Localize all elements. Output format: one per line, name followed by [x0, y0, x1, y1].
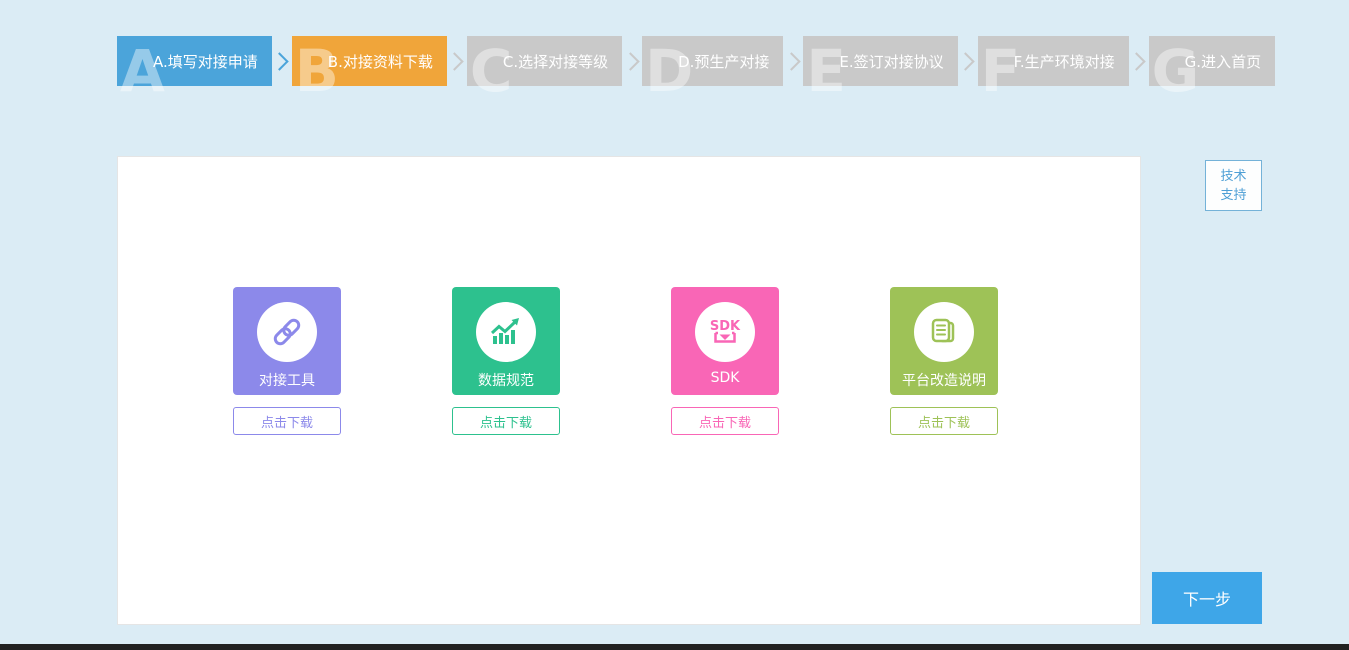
step-label: F.生产环境对接 — [1014, 51, 1115, 72]
platform-notes-tile[interactable]: 平台改造说明 — [890, 287, 998, 395]
chevron-right-icon — [782, 52, 800, 70]
download-button-sdk[interactable]: 点击下载 — [671, 407, 779, 435]
wizard-step-c[interactable]: C C.选择对接等级 — [467, 36, 622, 86]
download-card-sdk: SDK SDK 点击下载 — [671, 287, 779, 435]
step-label: A.填写对接申请 — [153, 51, 258, 72]
download-card-docking-tool: 对接工具 点击下载 — [233, 287, 341, 435]
tech-support-line1: 技术 — [1220, 167, 1246, 186]
step-separator — [622, 55, 642, 68]
download-panel: 对接工具 点击下载 数据规范 点击下载 — [117, 156, 1141, 625]
icon-circle: SDK — [695, 302, 755, 362]
card-title: 平台改造说明 — [902, 370, 986, 390]
icon-circle — [476, 302, 536, 362]
card-title: SDK — [711, 370, 740, 386]
download-card-data-spec: 数据规范 点击下载 — [452, 287, 560, 435]
wizard-step-g[interactable]: G G.进入首页 — [1149, 36, 1275, 86]
chevron-right-icon — [956, 52, 974, 70]
chevron-right-icon — [446, 52, 464, 70]
chevron-right-icon — [1127, 52, 1145, 70]
step-label: B.对接资料下载 — [328, 51, 433, 72]
wizard-step-b[interactable]: B B.对接资料下载 — [292, 36, 447, 86]
step-separator — [783, 55, 803, 68]
sdk-download-icon: SDK — [707, 314, 743, 350]
download-button-data-spec[interactable]: 点击下载 — [452, 407, 560, 435]
link-icon — [269, 314, 305, 350]
next-step-button[interactable]: 下一步 — [1152, 572, 1262, 624]
step-label: E.签订对接协议 — [839, 51, 943, 72]
chevron-right-icon — [271, 52, 289, 70]
svg-text:SDK: SDK — [710, 319, 741, 334]
step-label: C.选择对接等级 — [503, 51, 608, 72]
step-separator — [958, 55, 978, 68]
wizard-step-f[interactable]: F F.生产环境对接 — [978, 36, 1129, 86]
step-separator — [272, 55, 292, 68]
icon-circle — [257, 302, 317, 362]
footer-bar — [0, 644, 1349, 650]
step-wizard: A A.填写对接申请 B B.对接资料下载 C C.选择对接等级 D D.预生产… — [117, 36, 1275, 86]
card-title: 数据规范 — [478, 370, 534, 390]
documents-icon — [926, 314, 962, 350]
download-card-platform-notes: 平台改造说明 点击下载 — [890, 287, 998, 435]
tech-support-line2: 支持 — [1220, 186, 1246, 205]
sdk-tile[interactable]: SDK SDK — [671, 287, 779, 395]
chevron-right-icon — [621, 52, 639, 70]
step-label: D.预生产对接 — [678, 51, 769, 72]
docking-tool-tile[interactable]: 对接工具 — [233, 287, 341, 395]
step-separator — [1129, 55, 1149, 68]
bar-chart-icon — [488, 314, 524, 350]
card-title: 对接工具 — [259, 370, 315, 390]
wizard-step-d[interactable]: D D.预生产对接 — [642, 36, 783, 86]
download-button-platform-notes[interactable]: 点击下载 — [890, 407, 998, 435]
wizard-step-e[interactable]: E E.签订对接协议 — [803, 36, 957, 86]
wizard-step-a[interactable]: A A.填写对接申请 — [117, 36, 272, 86]
download-button-docking-tool[interactable]: 点击下载 — [233, 407, 341, 435]
step-separator — [447, 55, 467, 68]
step-label: G.进入首页 — [1185, 51, 1261, 72]
data-spec-tile[interactable]: 数据规范 — [452, 287, 560, 395]
tech-support-button[interactable]: 技术 支持 — [1205, 160, 1262, 211]
icon-circle — [914, 302, 974, 362]
